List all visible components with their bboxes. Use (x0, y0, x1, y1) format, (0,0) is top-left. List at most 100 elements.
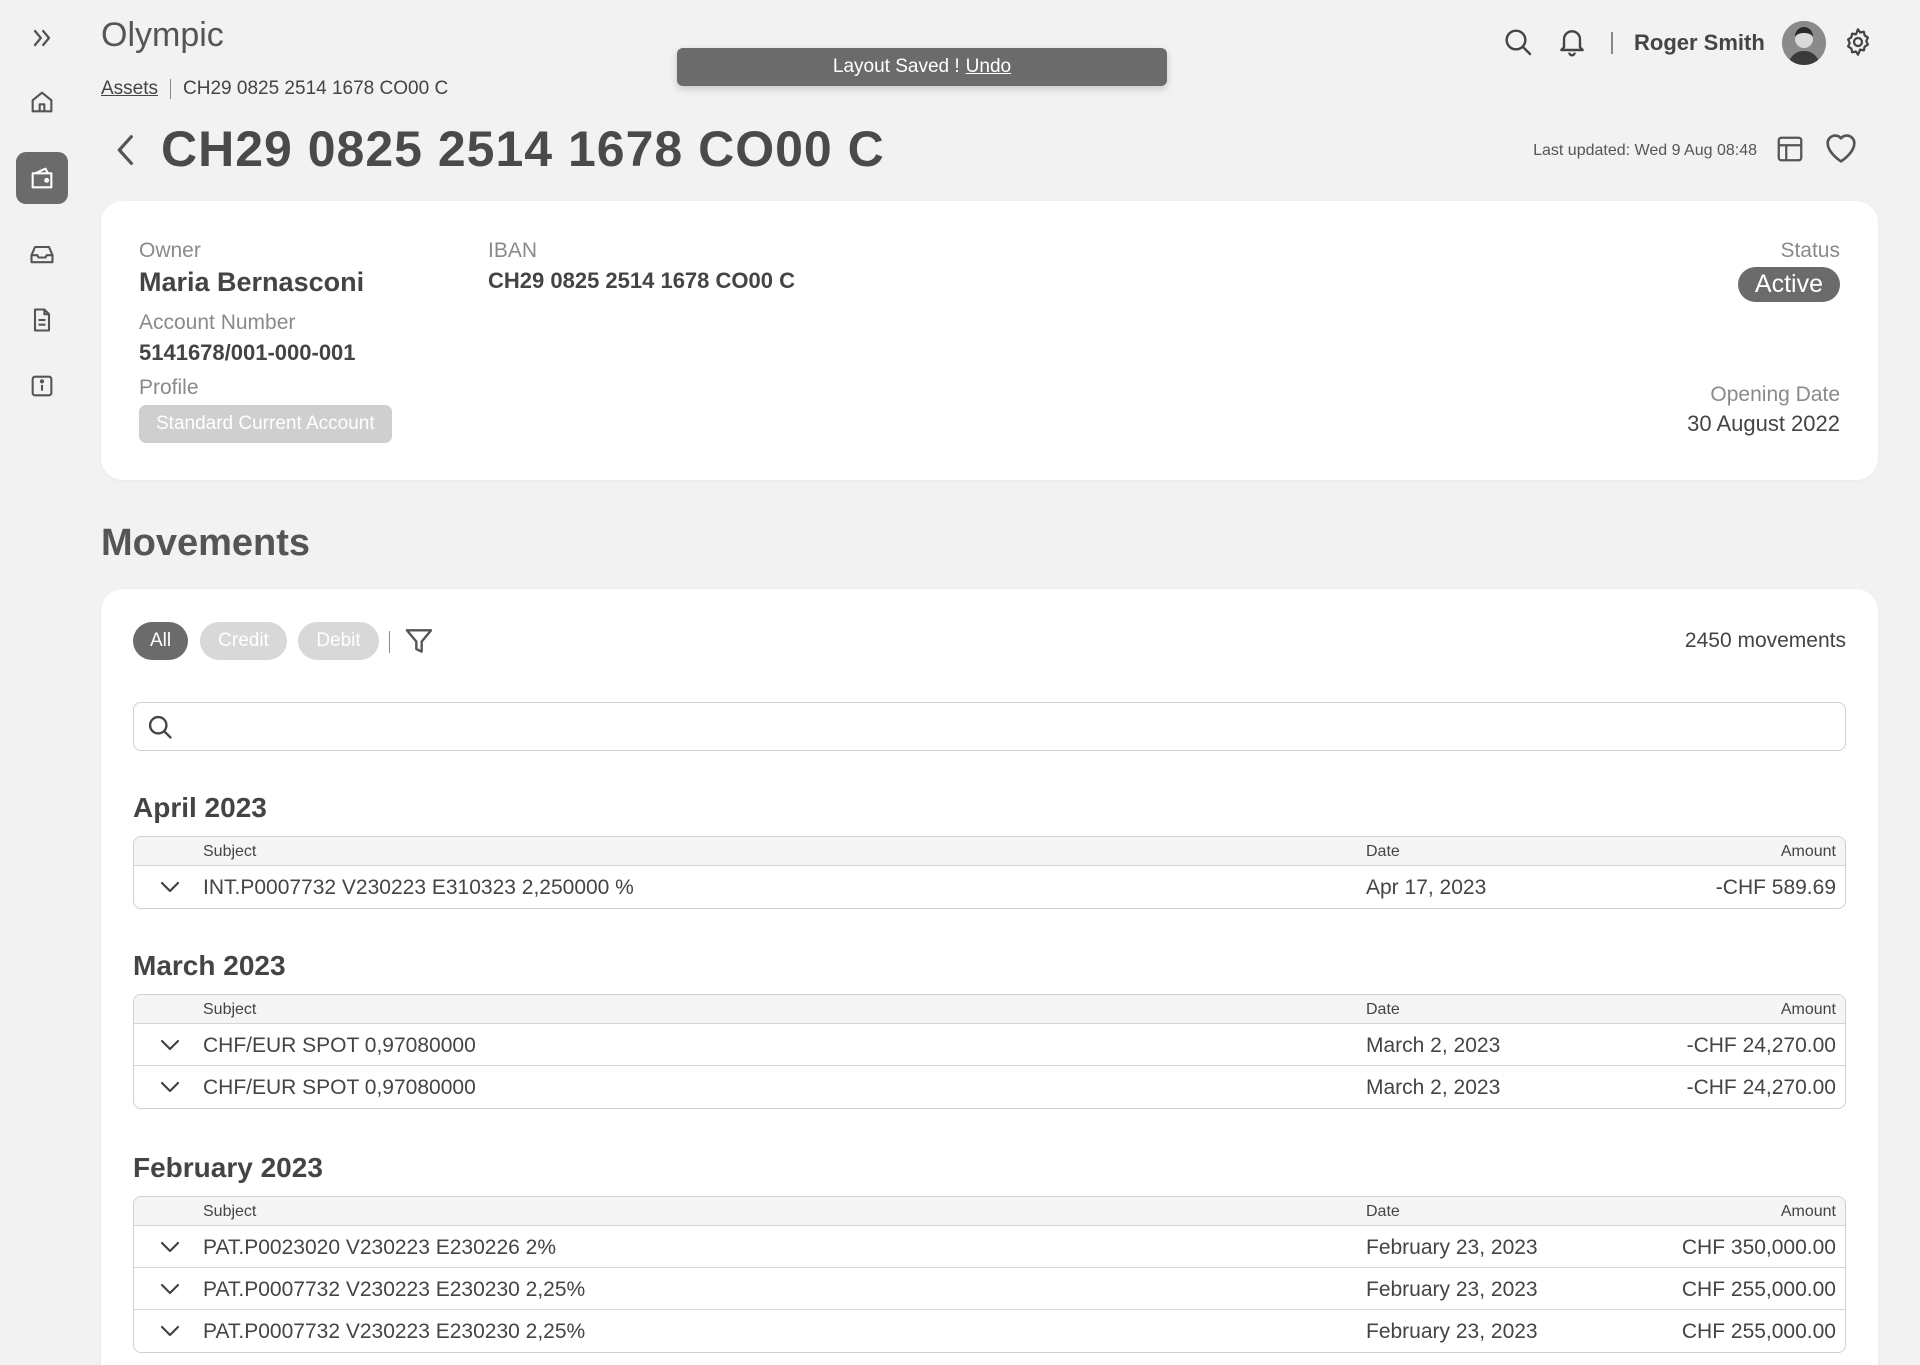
chevrons-right-icon (33, 29, 51, 47)
movements-table-march-2023: Subject Date Amount CHF/EUR SPOT 0,97080… (133, 994, 1846, 1109)
movements-table-february-2023: Subject Date Amount PAT.P0023020 V230223… (133, 1196, 1846, 1353)
toast-message: Layout Saved ! (832, 56, 960, 77)
column-header-amount: Amount (1780, 1203, 1836, 1220)
movements-table-april-2023: Subject Date Amount INT.P0007732 V230223… (133, 836, 1846, 909)
profile-label: Profile (139, 376, 199, 399)
row-date: February 23, 2023 (1366, 1236, 1538, 1259)
table-row[interactable]: INT.P0007732 V230223 E310323 2,250000 % … (134, 866, 1845, 908)
account-details-card: Owner Maria Bernasconi Account Number 51… (101, 201, 1878, 480)
back-arrow-icon[interactable] (111, 130, 141, 170)
table-row[interactable]: PAT.P0007732 V230223 E230230 2,25% Febru… (134, 1268, 1845, 1310)
column-header-subject: Subject (203, 843, 257, 860)
row-date: Apr 17, 2023 (1366, 876, 1487, 899)
last-updated-text: Last updated: Wed 9 Aug 08:48 (1533, 142, 1757, 159)
toast-undo-link[interactable]: Undo (966, 56, 1011, 78)
avatar[interactable] (1782, 21, 1826, 65)
row-amount: CHF 255,000.00 (1681, 1320, 1836, 1343)
month-title-april-2023: April 2023 (133, 792, 267, 823)
row-subject: CHF/EUR SPOT 0,97080000 (203, 1076, 476, 1099)
table-row[interactable]: PAT.P0007732 V230223 E230230 2,25% Febru… (134, 1310, 1845, 1352)
column-header-date: Date (1366, 843, 1400, 860)
document-icon (33, 308, 51, 332)
heart-icon[interactable] (1821, 128, 1861, 168)
owner-name: Maria Bernasconi (139, 267, 365, 297)
gear-icon[interactable] (1842, 26, 1874, 58)
column-header-amount: Amount (1780, 843, 1836, 860)
sidebar-item-home[interactable] (16, 76, 68, 128)
row-amount: CHF 255,000.00 (1681, 1278, 1836, 1301)
row-date: March 2, 2023 (1366, 1076, 1501, 1099)
sidebar-item-info[interactable] (16, 360, 68, 412)
header-divider (1611, 32, 1613, 54)
chevron-down-icon[interactable] (158, 1279, 182, 1299)
status-badge: Active (1737, 267, 1840, 302)
opening-date-label: Opening Date (1710, 383, 1840, 406)
filter-chip-debit[interactable]: Debit (298, 622, 379, 660)
bell-icon[interactable] (1556, 26, 1588, 58)
search-icon[interactable] (1502, 26, 1534, 58)
wallet-icon (31, 167, 53, 189)
filter-separator (389, 631, 390, 653)
account-number-label: Account Number (139, 311, 296, 334)
sidebar-expand-button[interactable] (16, 12, 68, 64)
breadcrumb-separator (170, 79, 172, 99)
chevron-down-icon[interactable] (158, 1077, 182, 1097)
table-row[interactable]: PAT.P0023020 V230223 E230226 2% February… (134, 1226, 1845, 1268)
movements-card: All Credit Debit 2450 movements April 20… (101, 589, 1878, 1365)
table-header: Subject Date Amount (134, 1197, 1845, 1226)
sidebar-item-documents[interactable] (16, 294, 68, 346)
month-title-march-2023: March 2023 (133, 950, 286, 981)
filter-chip-all[interactable]: All (133, 622, 188, 660)
row-amount: CHF 350,000.00 (1681, 1236, 1836, 1259)
breadcrumb: Assets CH29 0825 2514 1678 CO00 C (101, 78, 448, 100)
chevron-down-icon[interactable] (158, 1237, 182, 1257)
sidebar-item-wallet[interactable] (16, 152, 68, 204)
opening-date-value: 30 August 2022 (1687, 411, 1840, 436)
header-actions: Roger Smith (1400, 18, 1920, 68)
sidebar (0, 0, 84, 1365)
column-header-amount: Amount (1780, 1001, 1836, 1018)
row-subject: INT.P0007732 V230223 E310323 2,250000 % (203, 876, 634, 899)
home-icon (31, 91, 53, 113)
owner-label: Owner (139, 239, 201, 262)
account-number-value: 5141678/001-000-001 (139, 340, 356, 365)
column-header-subject: Subject (203, 1001, 257, 1018)
breadcrumb-assets-link[interactable]: Assets (101, 78, 158, 100)
movements-search-input[interactable] (186, 709, 1826, 745)
row-date: February 23, 2023 (1366, 1278, 1538, 1301)
row-subject: PAT.P0007732 V230223 E230230 2,25% (203, 1278, 586, 1301)
table-row[interactable]: CHF/EUR SPOT 0,97080000 March 2, 2023 -C… (134, 1066, 1845, 1108)
iban-label: IBAN (488, 239, 538, 262)
column-header-date: Date (1366, 1203, 1400, 1220)
row-date: March 2, 2023 (1366, 1034, 1501, 1057)
row-amount: -CHF 24,270.00 (1686, 1034, 1836, 1057)
filter-chip-credit[interactable]: Credit (200, 622, 287, 660)
chevron-down-icon[interactable] (158, 877, 182, 897)
sidebar-item-inbox[interactable] (16, 228, 68, 280)
breadcrumb-current: CH29 0825 2514 1678 CO00 C (183, 78, 449, 99)
layout-saved-toast: Layout Saved ! Undo (677, 48, 1167, 86)
page-title: CH29 0825 2514 1678 CO00 C (161, 121, 885, 177)
user-name[interactable]: Roger Smith (1634, 30, 1765, 56)
table-row[interactable]: CHF/EUR SPOT 0,97080000 March 2, 2023 -C… (134, 1024, 1845, 1066)
table-header: Subject Date Amount (134, 995, 1845, 1024)
profile-badge: Standard Current Account (139, 405, 392, 443)
search-icon (148, 715, 172, 739)
inbox-icon (30, 245, 54, 264)
column-header-subject: Subject (203, 1203, 257, 1220)
row-subject: CHF/EUR SPOT 0,97080000 (203, 1034, 476, 1057)
layout-icon[interactable] (1775, 134, 1805, 164)
movements-search (133, 702, 1846, 751)
month-title-february-2023: February 2023 (133, 1152, 323, 1183)
row-amount: -CHF 589.69 (1715, 876, 1836, 899)
movements-section-title: Movements (101, 522, 311, 564)
iban-value: CH29 0825 2514 1678 CO00 C (488, 268, 795, 293)
info-icon (31, 375, 53, 397)
row-date: February 23, 2023 (1366, 1320, 1538, 1343)
filter-icon[interactable] (403, 625, 435, 657)
column-header-date: Date (1366, 1001, 1400, 1018)
row-subject: PAT.P0007732 V230223 E230230 2,25% (203, 1320, 586, 1343)
status-label: Status (1780, 239, 1840, 262)
chevron-down-icon[interactable] (158, 1035, 182, 1055)
chevron-down-icon[interactable] (158, 1321, 182, 1341)
